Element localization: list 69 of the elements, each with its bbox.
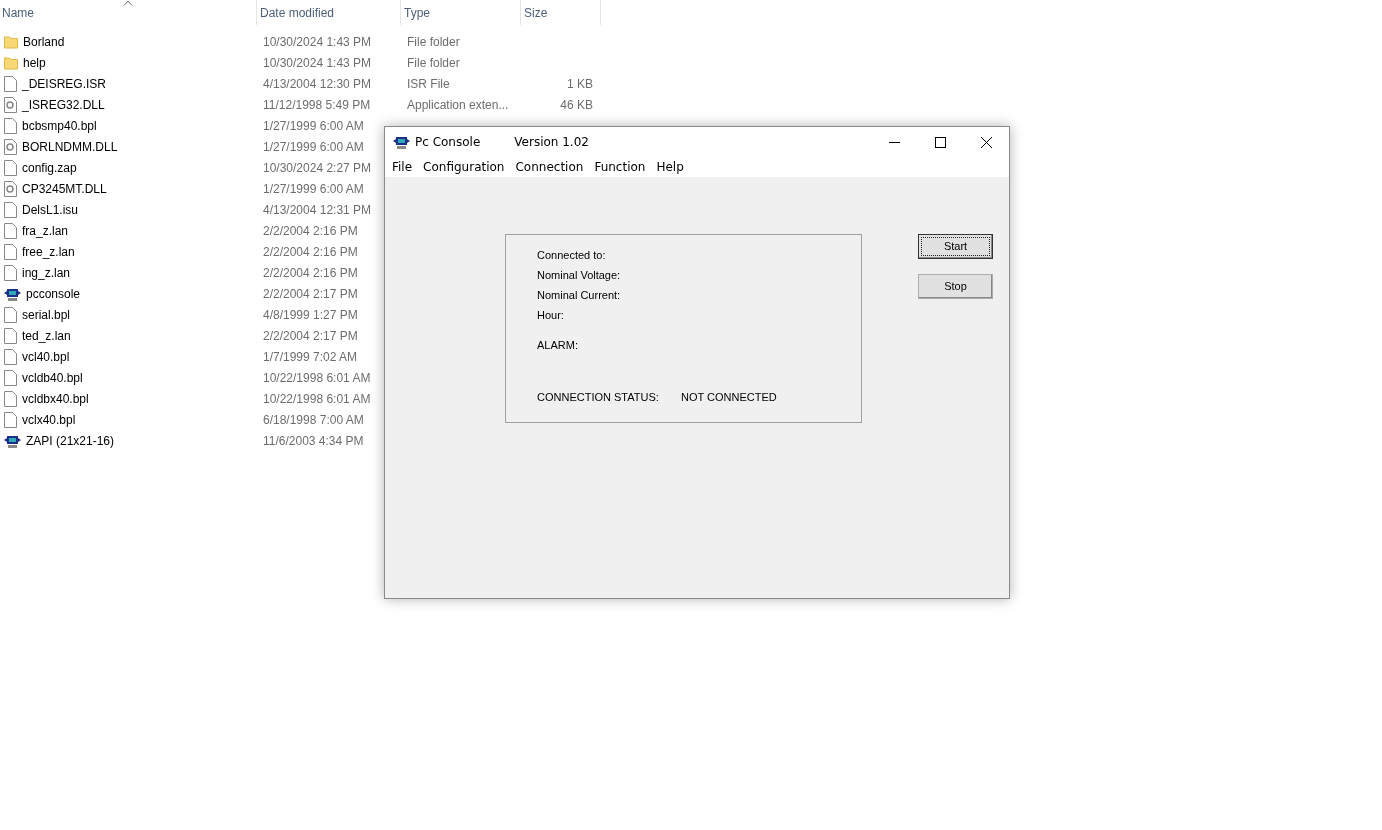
- date-text: 4/13/2004 12:31 PM: [263, 202, 372, 217]
- file-name[interactable]: vcl40.bpl: [22, 349, 70, 364]
- file-name[interactable]: help: [23, 55, 46, 70]
- maximize-icon: [934, 136, 946, 148]
- date-text: 11/6/2003 4:34 PM: [263, 433, 364, 448]
- action-button[interactable]: Stop: [918, 274, 993, 299]
- field-label: Nominal Voltage:: [537, 268, 622, 283]
- date-text: 2/2/2004 2:16 PM: [263, 265, 358, 280]
- file-name[interactable]: _DEISREG.ISR: [22, 76, 107, 91]
- file-name[interactable]: BORLNDMM.DLL: [22, 139, 118, 154]
- date-text: 10/30/2024 2:27 PM: [263, 160, 372, 175]
- window-title: Pc Console: [415, 135, 481, 149]
- action-button[interactable]: Start: [918, 234, 993, 259]
- menu-item[interactable]: Help: [652, 160, 691, 174]
- date-text: 2/2/2004 2:17 PM: [263, 286, 358, 301]
- date-text: 6/18/1998 7:00 AM: [263, 412, 364, 427]
- file-name[interactable]: serial.bpl: [22, 307, 71, 322]
- status-label: CONNECTION STATUS:: [537, 391, 660, 403]
- version-text: Version 1.02: [514, 135, 589, 149]
- menu-item[interactable]: File: [388, 160, 420, 174]
- date-text: 10/30/2024 1:43 PM: [263, 34, 372, 49]
- field-label: Connected to:: [537, 248, 607, 263]
- type-text: ISR File: [407, 76, 450, 91]
- type-text: Application exten...: [407, 97, 509, 112]
- file-name[interactable]: bcbsmp40.bpl: [22, 118, 97, 133]
- date-text: 11/12/1998 5:49 PM: [263, 97, 371, 112]
- field-label: Hour:: [537, 308, 565, 323]
- file-name[interactable]: vcldb40.bpl: [22, 370, 83, 385]
- file-name[interactable]: free_z.lan: [22, 244, 75, 259]
- menu-item[interactable]: Configuration: [419, 160, 512, 174]
- date-text: 10/30/2024 1:43 PM: [263, 55, 372, 70]
- file-name[interactable]: ZAPI (21x21-16): [26, 433, 115, 448]
- status-value: NOT CONNECTED: [681, 391, 777, 403]
- file-name[interactable]: DelsL1.isu: [22, 202, 79, 217]
- file-name[interactable]: config.zap: [22, 160, 77, 175]
- date-text: 10/22/1998 6:01 AM: [263, 370, 371, 385]
- menu-item[interactable]: Function: [590, 160, 653, 174]
- date-text: 1/27/1999 6:00 AM: [263, 139, 364, 154]
- date-text: 2/2/2004 2:17 PM: [263, 328, 358, 343]
- date-text: 4/13/2004 12:30 PM: [263, 76, 372, 91]
- file-name[interactable]: vclx40.bpl: [22, 412, 76, 427]
- menu-item[interactable]: Connection: [511, 160, 591, 174]
- file-name[interactable]: ted_z.lan: [22, 328, 71, 343]
- file-name[interactable]: CP3245MT.DLL: [22, 181, 107, 196]
- field-label: Nominal Current:: [537, 288, 622, 303]
- file-name[interactable]: fra_z.lan: [22, 223, 69, 238]
- column-header[interactable]: Type: [401, 0, 521, 25]
- column-header[interactable]: Date modified: [257, 0, 401, 25]
- date-text: 10/22/1998 6:01 AM: [263, 391, 371, 406]
- column-header[interactable]: Name: [0, 0, 257, 25]
- type-text: File folder: [407, 34, 460, 49]
- close-icon: [980, 136, 992, 148]
- date-text: 2/2/2004 2:16 PM: [263, 223, 358, 238]
- file-name[interactable]: Borland: [23, 34, 65, 49]
- alarm-label: ALARM:: [537, 338, 579, 353]
- file-name[interactable]: ing_z.lan: [22, 265, 71, 280]
- date-text: 2/2/2004 2:16 PM: [263, 244, 358, 259]
- column-header[interactable]: Size: [521, 0, 601, 25]
- date-text: 1/27/1999 6:00 AM: [263, 118, 364, 133]
- computer-icon: [393, 134, 410, 150]
- file-name[interactable]: pcconsole: [26, 286, 81, 301]
- date-text: 1/27/1999 6:00 AM: [263, 181, 364, 196]
- file-name[interactable]: vcldbx40.bpl: [22, 391, 89, 406]
- date-text: 1/7/1999 7:02 AM: [263, 349, 358, 364]
- file-name[interactable]: _ISREG32.DLL: [22, 97, 105, 112]
- date-text: 4/8/1999 1:27 PM: [263, 307, 358, 322]
- size-text: 1 KB: [567, 76, 593, 91]
- size-text: 46 KB: [560, 97, 593, 112]
- type-text: File folder: [407, 55, 460, 70]
